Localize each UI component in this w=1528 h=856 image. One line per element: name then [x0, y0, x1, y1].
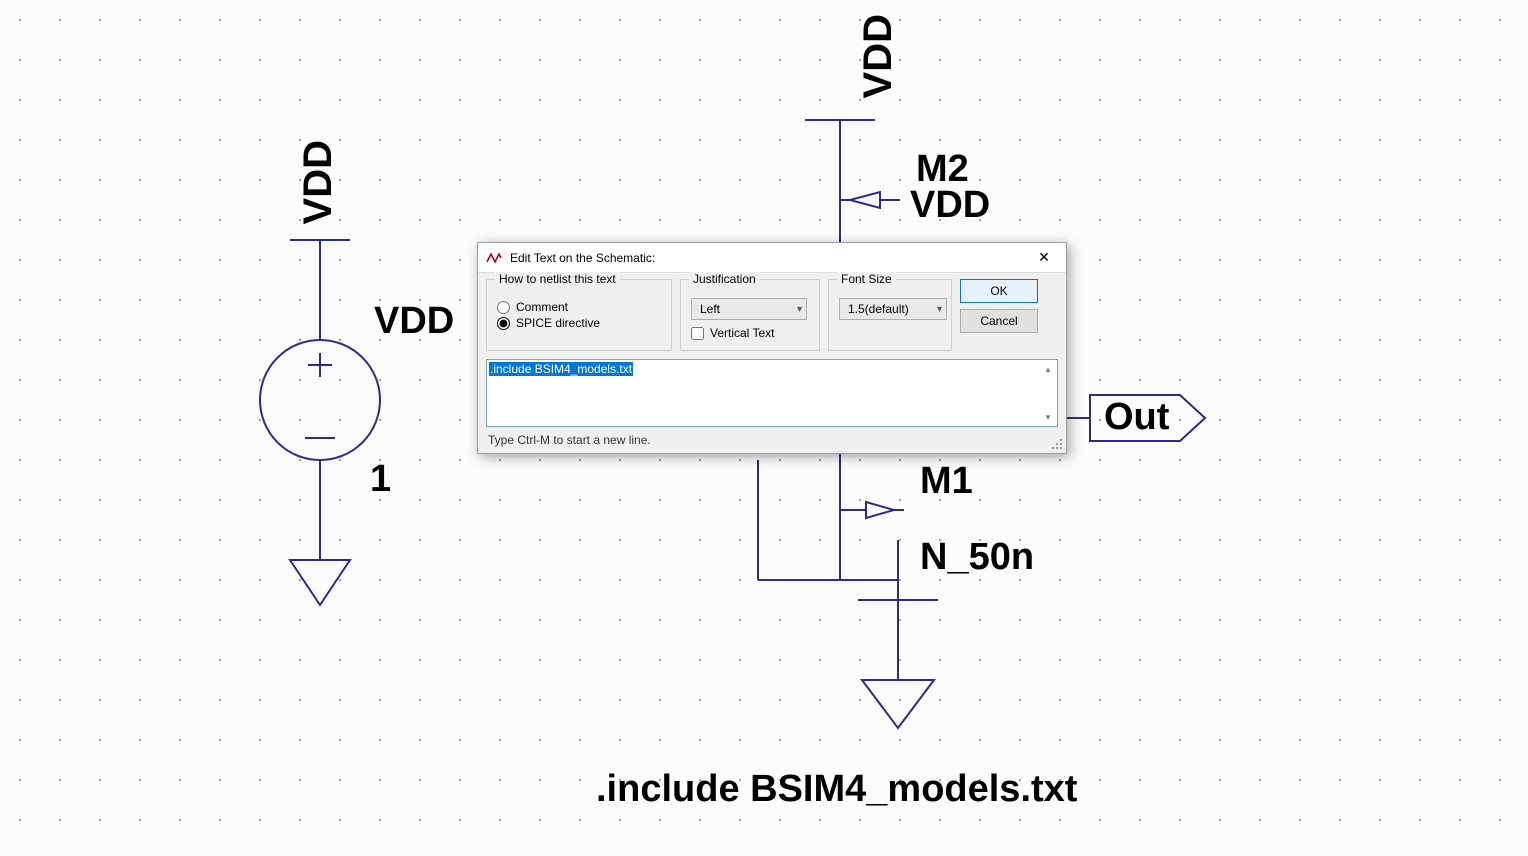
justification-select[interactable]: Left ▾: [691, 298, 807, 320]
scroll-up-icon[interactable]: ▴: [1041, 362, 1055, 376]
directive-text-selected: .include BSIM4_models.txt: [489, 362, 633, 376]
radio-comment[interactable]: Comment: [497, 300, 661, 314]
vertical-text-input[interactable]: [691, 327, 704, 340]
chevron-down-icon: ▾: [797, 304, 802, 315]
spice-directive-text[interactable]: .include BSIM4_models.txt: [596, 768, 1077, 811]
m1-model[interactable]: N_50n: [920, 536, 1034, 579]
radio-spice-input[interactable]: [497, 317, 510, 330]
scroll-down-icon[interactable]: ▾: [1041, 410, 1055, 424]
out-label[interactable]: Out: [1104, 396, 1169, 439]
ok-button[interactable]: OK: [960, 279, 1038, 303]
vertical-text-checkbox[interactable]: Vertical Text: [691, 326, 809, 340]
hint-text: Type Ctrl-M to start a new line.: [486, 427, 1058, 449]
edit-text-dialog: Edit Text on the Schematic: ✕ How to net…: [477, 242, 1067, 454]
dialog-title: Edit Text on the Schematic:: [510, 251, 1022, 265]
resize-grip-icon[interactable]: [1050, 437, 1064, 451]
app-icon: [486, 250, 502, 266]
group-netlist-legend: How to netlist this text: [495, 272, 620, 286]
group-netlist: How to netlist this text Comment SPICE d…: [486, 279, 672, 351]
group-fontsize: Font Size 1.5(default) ▾: [828, 279, 952, 351]
group-fontsize-legend: Font Size: [837, 272, 896, 286]
justification-value: Left: [700, 302, 720, 316]
close-button[interactable]: ✕: [1022, 243, 1066, 273]
m1-name[interactable]: M1: [920, 460, 973, 503]
radio-comment-input[interactable]: [497, 301, 510, 314]
dialog-titlebar[interactable]: Edit Text on the Schematic: ✕: [478, 243, 1066, 273]
m2-body[interactable]: VDD: [910, 184, 990, 227]
chevron-down-icon: ▾: [937, 304, 942, 315]
net-label-vdd-left[interactable]: VDD: [296, 140, 341, 224]
net-label-vdd-top[interactable]: VDD: [856, 14, 901, 98]
directive-textarea[interactable]: .include BSIM4_models.txt ▴ ▾: [486, 359, 1058, 427]
vsource-value[interactable]: 1: [370, 458, 391, 501]
fontsize-select[interactable]: 1.5(default) ▾: [839, 298, 947, 320]
cancel-button[interactable]: Cancel: [960, 309, 1038, 333]
group-justification-legend: Justification: [689, 272, 760, 286]
vertical-text-label: Vertical Text: [710, 326, 774, 340]
vsource-name[interactable]: VDD: [374, 300, 454, 343]
radio-comment-label: Comment: [516, 300, 568, 314]
radio-spice[interactable]: SPICE directive: [497, 316, 661, 330]
fontsize-value: 1.5(default): [848, 302, 909, 316]
radio-spice-label: SPICE directive: [516, 316, 600, 330]
group-justification: Justification Left ▾ Vertical Text: [680, 279, 820, 351]
